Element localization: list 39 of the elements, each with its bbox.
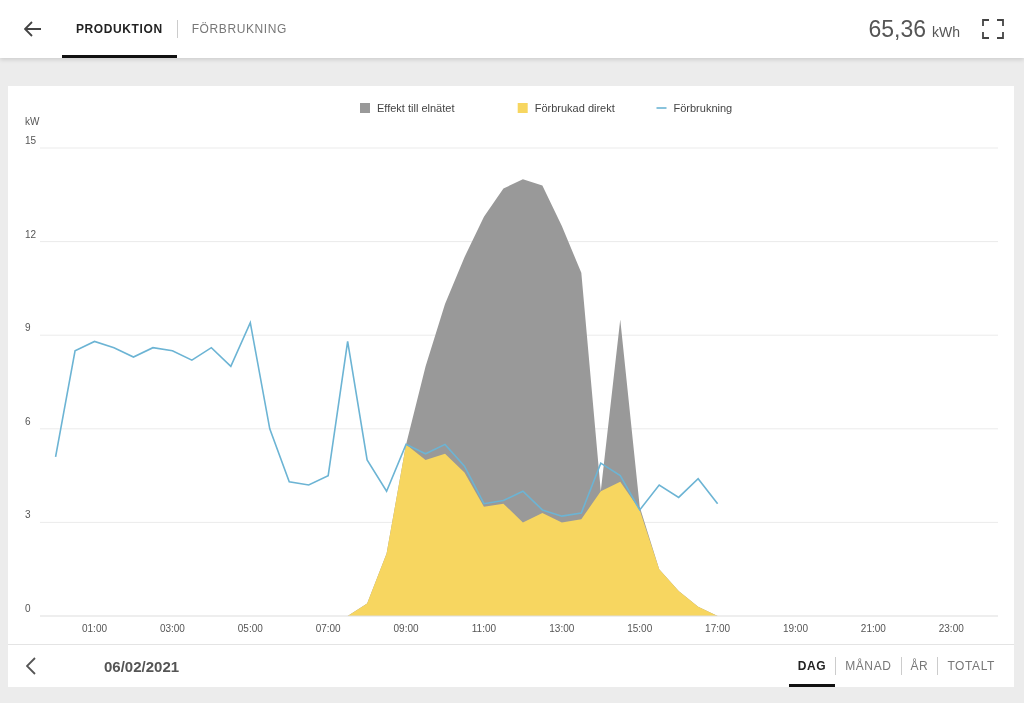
previous-button[interactable] xyxy=(26,657,36,675)
legend-label: Förbrukning xyxy=(673,102,733,114)
legend-item[interactable]: Förbrukning xyxy=(655,102,733,114)
tick-label: 6 xyxy=(25,415,31,427)
back-button[interactable] xyxy=(24,21,42,37)
period-tab[interactable]: TOTALT xyxy=(938,645,1004,687)
legend-item[interactable]: Förbrukad direkt xyxy=(517,102,615,114)
tick-label: 01:00 xyxy=(82,623,108,634)
date-label: 06/02/2021 xyxy=(104,657,180,675)
fullscreen-icon xyxy=(982,19,1004,39)
tick-label: 21:00 xyxy=(860,623,886,634)
period-tab[interactable]: ÅR xyxy=(901,645,938,687)
fullscreen-button[interactable] xyxy=(982,19,1004,39)
tick-label: 15 xyxy=(25,135,37,146)
tick-label: 19:00 xyxy=(783,623,808,634)
chevron-left-icon xyxy=(26,657,36,675)
period-tab[interactable]: MÅNAD xyxy=(836,645,901,687)
tick-label: 12 xyxy=(25,228,37,240)
tick-label: 03:00 xyxy=(159,623,185,634)
axis-label: kW xyxy=(25,116,40,127)
tab[interactable]: PRODUKTION xyxy=(62,0,177,58)
tick-label: 05:00 xyxy=(237,623,263,634)
tick-label: 17:00 xyxy=(705,623,731,634)
tick-label: 11:00 xyxy=(471,623,497,634)
tick-label: 3 xyxy=(25,509,31,521)
tick-label: 0 xyxy=(25,603,31,614)
unit-label: kWh xyxy=(932,23,960,40)
tick-label: 15:00 xyxy=(627,623,653,634)
legend-item[interactable]: Effekt till elnätet xyxy=(360,102,455,114)
total-value: 65,36 xyxy=(868,15,926,43)
tab[interactable]: FÖRBRUKNING xyxy=(177,0,301,58)
tick-label: 07:00 xyxy=(315,623,341,634)
arrow-left-icon xyxy=(24,21,42,37)
tick-label: 09:00 xyxy=(393,623,419,634)
legend-label: Förbrukad direkt xyxy=(534,102,615,114)
tick-label: 13:00 xyxy=(549,623,575,634)
legend-label: Effekt till elnätet xyxy=(377,102,455,114)
tick-label: 23:00 xyxy=(938,623,964,634)
tick-label: 9 xyxy=(25,322,31,334)
